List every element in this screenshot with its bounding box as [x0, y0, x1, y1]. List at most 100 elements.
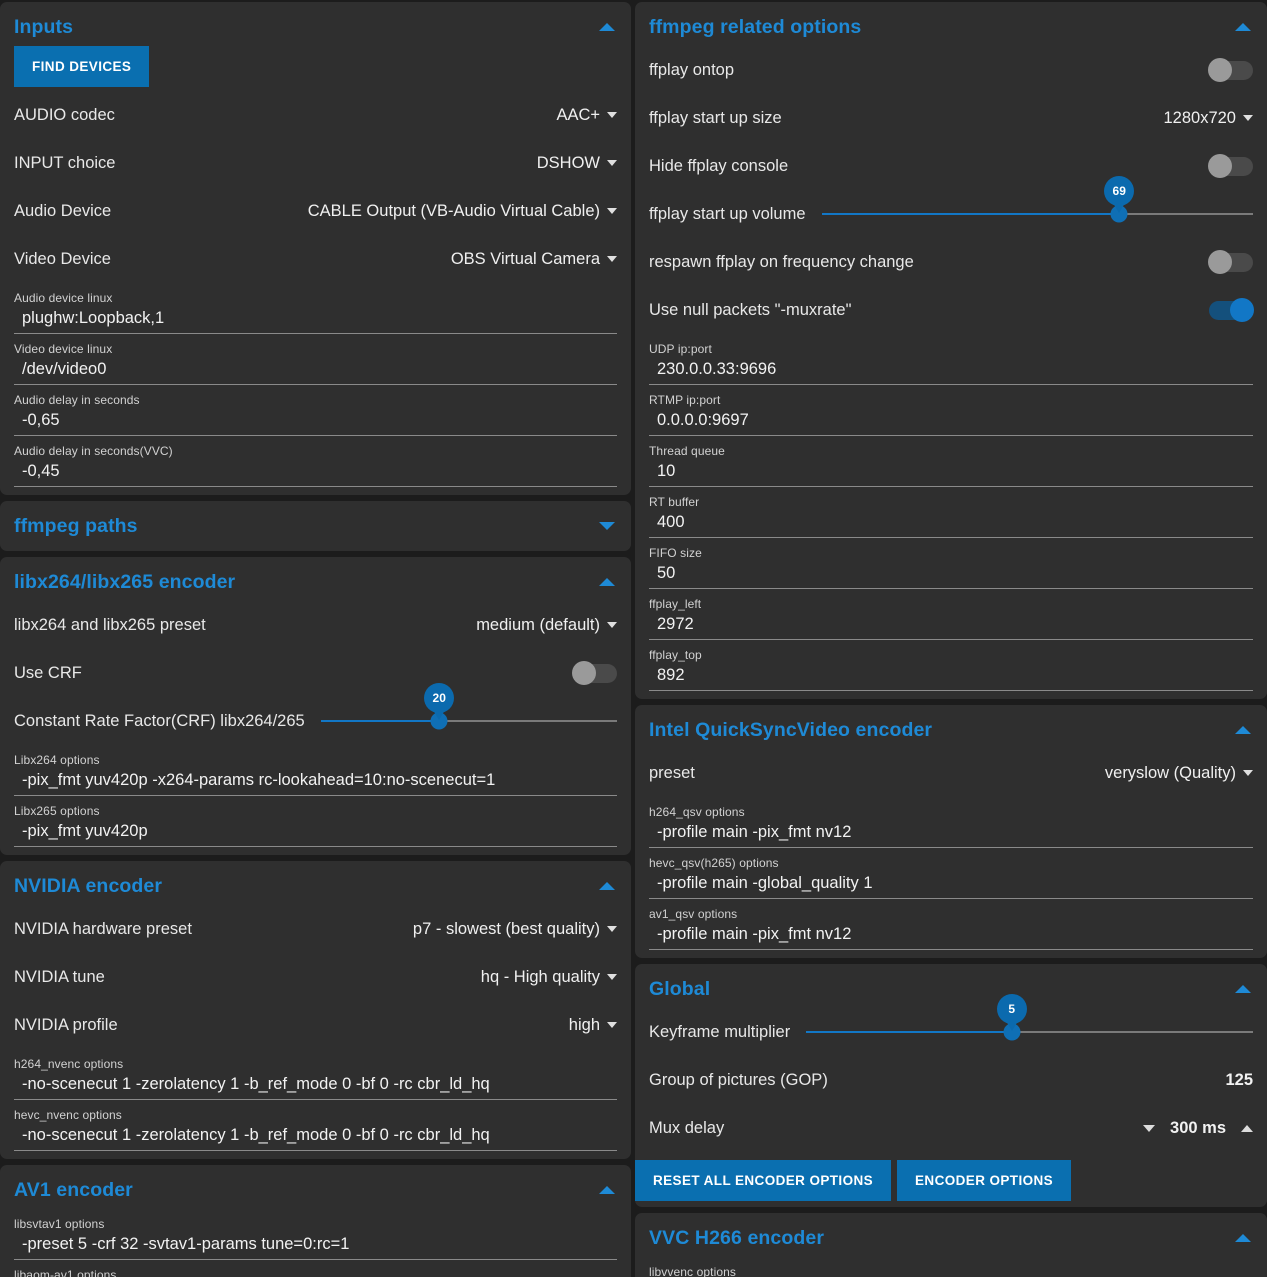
chevron-up-icon[interactable] [1241, 1124, 1253, 1132]
row-audio-device-value[interactable]: CABLE Output (VB-Audio Virtual Cable) [308, 202, 617, 221]
field-rt-buffer[interactable]: RT buffer 400 [649, 489, 1253, 538]
row-ffplay-startup-size[interactable]: ffplay start up size 1280x720 [649, 94, 1253, 142]
row-hide-ffplay-console[interactable]: Hide ffplay console [649, 142, 1253, 190]
chevron-up-icon[interactable] [599, 578, 615, 586]
row-audio-codec[interactable]: AUDIO codec AAC+ [14, 91, 617, 139]
mux-delay-stepper[interactable]: 300 ms [1143, 1119, 1253, 1138]
use-crf-toggle[interactable] [572, 661, 617, 685]
field-av1-qsv-options-input[interactable]: -profile main -pix_fmt nv12 [649, 922, 1253, 950]
field-audio-delay-input[interactable]: -0,65 [14, 408, 617, 436]
chevron-down-icon[interactable] [607, 622, 617, 628]
chevron-up-icon[interactable] [1235, 23, 1251, 31]
field-udp-ipport-input[interactable]: 230.0.0.33:9696 [649, 357, 1253, 385]
chevron-down-icon[interactable] [607, 974, 617, 980]
field-audio-device-linux[interactable]: Audio device linux plughw:Loopback,1 [14, 285, 617, 334]
row-input-choice[interactable]: INPUT choice DSHOW [14, 139, 617, 187]
field-av1-qsv-options[interactable]: av1_qsv options -profile main -pix_fmt n… [649, 901, 1253, 950]
keyframe-slider-track[interactable] [806, 1031, 1253, 1033]
row-use-crf[interactable]: Use CRF [14, 649, 617, 697]
field-h264-qsv-options-input[interactable]: -profile main -pix_fmt nv12 [649, 820, 1253, 848]
panel-libx-encoder-header[interactable]: libx264/libx265 encoder [14, 557, 617, 601]
chevron-down-icon[interactable] [599, 522, 615, 530]
respawn-ffplay-toggle[interactable] [1208, 250, 1253, 274]
ffplay-ontop-toggle[interactable] [1208, 58, 1253, 82]
chevron-up-icon[interactable] [599, 23, 615, 31]
row-qsv-preset-value[interactable]: veryslow (Quality) [1105, 764, 1253, 783]
row-ffplay-volume[interactable]: ffplay start up volume 69 [649, 176, 1253, 238]
chevron-down-icon[interactable] [607, 256, 617, 262]
row-libx-preset[interactable]: libx264 and libx265 preset medium (defau… [14, 601, 617, 649]
field-fifo-size-input[interactable]: 50 [649, 561, 1253, 589]
null-packets-toggle[interactable] [1209, 298, 1254, 322]
row-video-device-value[interactable]: OBS Virtual Camera [451, 250, 617, 269]
find-devices-button[interactable]: FIND DEVICES [14, 46, 150, 87]
panel-ffmpeg-options-header[interactable]: ffmpeg related options [649, 2, 1253, 46]
row-input-choice-value[interactable]: DSHOW [537, 154, 617, 173]
chevron-down-icon[interactable] [607, 112, 617, 118]
panel-vvc-encoder-header[interactable]: VVC H266 encoder [649, 1213, 1253, 1257]
chevron-up-icon[interactable] [1235, 985, 1251, 993]
field-audio-delay-vvc[interactable]: Audio delay in seconds(VVC) -0,45 [14, 438, 617, 487]
field-rtmp-ipport-input[interactable]: 0.0.0.0:9697 [649, 408, 1253, 436]
panel-nvidia-encoder-header[interactable]: NVIDIA encoder [14, 861, 617, 905]
row-mux-delay[interactable]: Mux delay 300 ms [649, 1104, 1253, 1152]
field-libvvenc-options[interactable]: libvvenc options -bitdepth8 1 -subjopt 0… [649, 1259, 1253, 1277]
row-nvidia-hardware-preset-value[interactable]: p7 - slowest (best quality) [413, 920, 617, 939]
chevron-down-icon[interactable] [607, 208, 617, 214]
ffplay-volume-track[interactable] [821, 213, 1253, 215]
reset-all-encoder-options-button[interactable]: RESET ALL ENCODER OPTIONS [635, 1160, 892, 1201]
field-audio-delay[interactable]: Audio delay in seconds -0,65 [14, 387, 617, 436]
field-hevc-nvenc-options[interactable]: hevc_nvenc options -no-scenecut 1 -zerol… [14, 1102, 617, 1151]
field-rt-buffer-input[interactable]: 400 [649, 510, 1253, 538]
field-rtmp-ipport[interactable]: RTMP ip:port 0.0.0.0:9697 [649, 387, 1253, 436]
row-ffplay-ontop[interactable]: ffplay ontop [649, 46, 1253, 94]
row-audio-codec-value[interactable]: AAC+ [556, 106, 617, 125]
field-video-device-linux-input[interactable]: /dev/video0 [14, 357, 617, 385]
row-nvidia-tune-value[interactable]: hq - High quality [481, 968, 617, 987]
field-ffplay-top-input[interactable]: 892 [649, 663, 1253, 691]
row-qsv-preset[interactable]: preset veryslow (Quality) [649, 749, 1253, 797]
field-libsvtav1-options-input[interactable]: -preset 5 -crf 32 -svtav1-params tune=0:… [14, 1232, 617, 1260]
field-audio-device-linux-input[interactable]: plughw:Loopback,1 [14, 306, 617, 334]
panel-qsv-encoder-header[interactable]: Intel QuickSyncVideo encoder [649, 705, 1253, 749]
chevron-down-icon[interactable] [1243, 770, 1253, 776]
field-hevc-nvenc-options-input[interactable]: -no-scenecut 1 -zerolatency 1 -b_ref_mod… [14, 1123, 617, 1151]
field-hevc-qsv-options[interactable]: hevc_qsv(h265) options -profile main -gl… [649, 850, 1253, 899]
field-thread-queue-input[interactable]: 10 [649, 459, 1253, 487]
field-h264-nvenc-options-input[interactable]: -no-scenecut 1 -zerolatency 1 -b_ref_mod… [14, 1072, 617, 1100]
field-video-device-linux[interactable]: Video device linux /dev/video0 [14, 336, 617, 385]
chevron-up-icon[interactable] [599, 1186, 615, 1194]
row-nvidia-profile[interactable]: NVIDIA profile high [14, 1001, 617, 1049]
field-ffplay-top[interactable]: ffplay_top 892 [649, 642, 1253, 691]
field-libx265-options[interactable]: Libx265 options -pix_fmt yuv420p [14, 798, 617, 847]
field-h264-nvenc-options[interactable]: h264_nvenc options -no-scenecut 1 -zerol… [14, 1051, 617, 1100]
chevron-up-icon[interactable] [1235, 726, 1251, 734]
chevron-down-icon[interactable] [607, 926, 617, 932]
row-nvidia-tune[interactable]: NVIDIA tune hq - High quality [14, 953, 617, 1001]
hide-ffplay-console-toggle[interactable] [1208, 154, 1253, 178]
field-libx265-options-input[interactable]: -pix_fmt yuv420p [14, 819, 617, 847]
chevron-down-icon[interactable] [607, 1022, 617, 1028]
panel-av1-encoder-header[interactable]: AV1 encoder [14, 1165, 617, 1209]
chevron-up-icon[interactable] [599, 882, 615, 890]
row-video-device[interactable]: Video Device OBS Virtual Camera [14, 235, 617, 283]
row-respawn-ffplay[interactable]: respawn ffplay on frequency change [649, 238, 1253, 286]
field-ffplay-left[interactable]: ffplay_left 2972 [649, 591, 1253, 640]
field-fifo-size[interactable]: FIFO size 50 [649, 540, 1253, 589]
row-nvidia-profile-value[interactable]: high [569, 1016, 617, 1035]
row-null-packets[interactable]: Use null packets "-muxrate" [649, 286, 1254, 334]
chevron-up-icon[interactable] [1235, 1234, 1251, 1242]
field-libx264-options[interactable]: Libx264 options -pix_fmt yuv420p -x264-p… [14, 747, 617, 796]
row-keyframe-multiplier[interactable]: Keyframe multiplier 5 [649, 994, 1253, 1056]
field-thread-queue[interactable]: Thread queue 10 [649, 438, 1253, 487]
field-hevc-qsv-options-input[interactable]: -profile main -global_quality 1 [649, 871, 1253, 899]
row-audio-device[interactable]: Audio Device CABLE Output (VB-Audio Virt… [14, 187, 617, 235]
field-audio-delay-vvc-input[interactable]: -0,45 [14, 459, 617, 487]
encoder-options-button[interactable]: ENCODER OPTIONS [897, 1160, 1072, 1201]
chevron-down-icon[interactable] [1143, 1124, 1156, 1132]
chevron-down-icon[interactable] [1243, 115, 1253, 121]
panel-global-header[interactable]: Global [649, 964, 1253, 1008]
field-h264-qsv-options[interactable]: h264_qsv options -profile main -pix_fmt … [649, 799, 1253, 848]
row-ffplay-startup-size-value[interactable]: 1280x720 [1164, 109, 1253, 128]
row-nvidia-hardware-preset[interactable]: NVIDIA hardware preset p7 - slowest (bes… [14, 905, 617, 953]
